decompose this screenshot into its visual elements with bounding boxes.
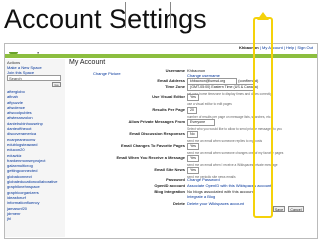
space-link[interactable]: jhl	[7, 216, 57, 221]
username-row: Khbaonon Change username	[187, 68, 220, 78]
timezone-select[interactable]: (GMT-05:00) Eastern Time (US & Canada)	[187, 84, 258, 91]
label-delete: Delete	[172, 201, 185, 206]
sidebar-actions: Actions Make a New Space Join this Space	[7, 60, 42, 75]
delete-account-link[interactable]: Delete your Wikispaces account	[187, 201, 244, 206]
divider-line	[125, 2, 126, 28]
label-visual-editor: Use Visual Editor	[152, 94, 185, 99]
label-openid: OpenID account	[154, 183, 185, 188]
sidebar: Actions Make a New Space Join this Space…	[5, 59, 65, 237]
label-timezone: Time Zone	[165, 84, 185, 89]
account-links: Khbaonon | My Account | Help | Sign Out	[239, 45, 313, 50]
label-private-messages: Allow Private Messages From	[128, 119, 185, 124]
results-per-page-select[interactable]: 20	[187, 107, 197, 114]
slide-title: Account Settings	[4, 4, 207, 34]
password-row: Change Password	[187, 177, 220, 182]
integrate-blog-link[interactable]: Integrate a Blog	[187, 194, 215, 199]
discussion-responses-select[interactable]: No	[187, 131, 198, 138]
divider-line	[170, 2, 171, 28]
space-list: afterglobo afinah aftpuzzle afwolence af…	[7, 89, 57, 221]
label-email: Email Address	[157, 78, 185, 83]
label-receive-message: Email When You Receive a Message	[116, 155, 185, 160]
sidebar-go-button[interactable]: Go	[52, 82, 61, 87]
label-username: Username	[165, 68, 185, 73]
label-site-news: Email Site News	[154, 167, 185, 172]
label-password: Password	[166, 177, 185, 182]
cancel-button[interactable]: Cancel	[288, 206, 304, 212]
label-blog-integration: Blog Integration	[154, 189, 185, 194]
visual-editor-select[interactable]: Yes	[187, 94, 199, 101]
delete-row: Delete your Wikispaces account	[187, 201, 244, 206]
page-title: My Account	[69, 59, 106, 66]
receive-message-select[interactable]: Yes	[187, 155, 199, 162]
label-results-per-page: Results Per Page	[152, 107, 185, 112]
label-discussion-responses: Email Discussion Responses	[129, 131, 185, 136]
site-news-select[interactable]: Yes	[187, 167, 199, 174]
favorite-pages-select[interactable]: Yes	[187, 143, 199, 150]
label-favorite-pages: Email Changes To Favorite Pages	[121, 143, 185, 148]
private-messages-select[interactable]: Everyone	[187, 119, 215, 126]
blog-row: No blogs associated with this account In…	[187, 189, 254, 199]
sidebar-search-input[interactable]: Search	[7, 75, 61, 81]
highlight-box	[253, 17, 273, 218]
save-button[interactable]: Save	[273, 206, 285, 212]
change-password-link[interactable]: Change Password	[187, 177, 220, 182]
visual-editor-hint: use a visual editor to edit pages	[187, 102, 232, 106]
visual-editor-row: Yes use a visual editor to edit pages	[187, 94, 232, 107]
